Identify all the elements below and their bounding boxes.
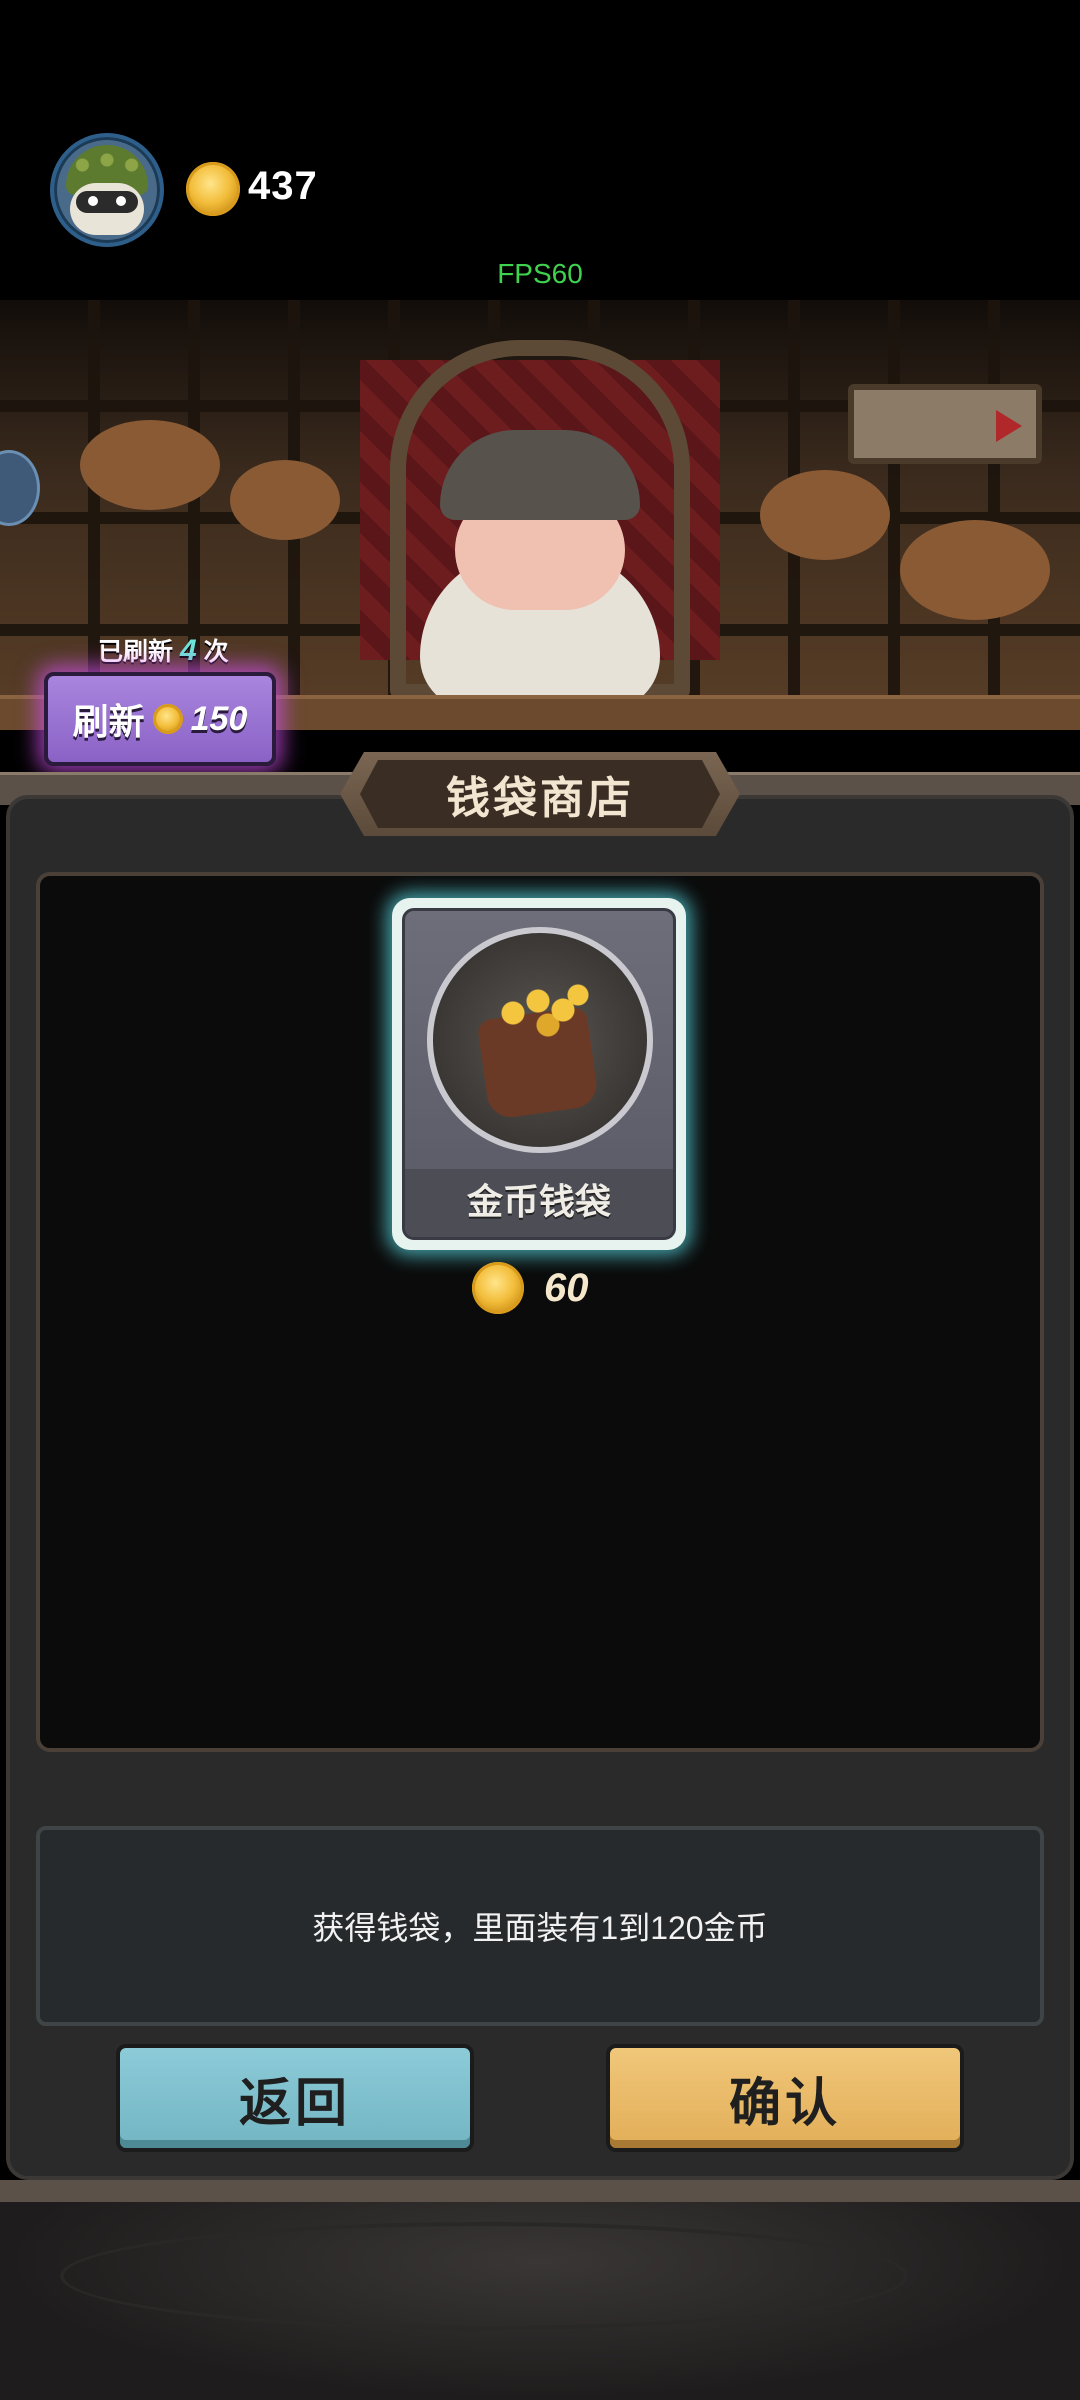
- shop-item-price: 60: [472, 1262, 589, 1314]
- refresh-button-label: 刷新: [72, 701, 145, 742]
- shop-item-price-value: 60: [544, 1265, 589, 1310]
- item-description-box: 获得钱袋，里面装有1到120金币: [36, 1826, 1044, 2026]
- coin-icon: [152, 704, 183, 734]
- back-button[interactable]: 返回: [116, 2044, 474, 2152]
- back-button-label: 返回: [238, 2074, 351, 2133]
- confirm-button-label: 确认: [728, 2074, 841, 2133]
- refresh-cost: 150: [190, 699, 248, 738]
- shop-title: 钱袋商店: [446, 774, 634, 823]
- gold-count: 437: [248, 164, 318, 208]
- refresh-count-label: 已刷新 4 次: [98, 634, 229, 667]
- refresh-count-value: 4: [179, 634, 197, 667]
- shop-item-card[interactable]: 金币钱袋: [392, 898, 686, 1250]
- exit-sign-icon[interactable]: [848, 384, 1042, 464]
- shop-item-name: 金币钱袋: [466, 1181, 611, 1222]
- gold-coin-icon: [186, 162, 240, 216]
- coin-bag-icon: [427, 927, 653, 1153]
- confirm-button[interactable]: 确认: [606, 2044, 964, 2152]
- fps-counter: FPS60: [497, 258, 583, 289]
- player-avatar[interactable]: [50, 133, 164, 247]
- shop-title-plate: 钱袋商店: [360, 760, 720, 828]
- floor-background: [0, 2202, 1080, 2400]
- coin-icon: [472, 1262, 524, 1314]
- item-description: 获得钱袋，里面装有1到120金币: [312, 1910, 768, 1946]
- refresh-button[interactable]: 刷新 150: [44, 672, 276, 766]
